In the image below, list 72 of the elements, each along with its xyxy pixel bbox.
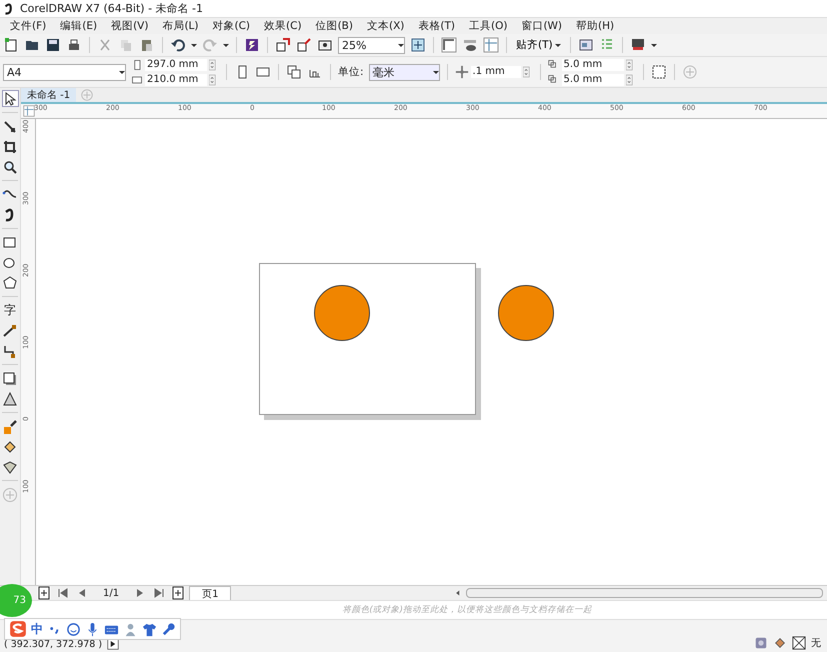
shirt-icon[interactable]: [142, 622, 157, 636]
menu-item[interactable]: 编辑(E): [53, 19, 104, 33]
zoom-dropdown[interactable]: 25%: [338, 36, 405, 54]
units-dropdown[interactable]: 毫米: [368, 64, 440, 80]
crop-tool[interactable]: [2, 138, 18, 155]
fill-status: 无: [811, 637, 821, 650]
menu-item[interactable]: 表格(T): [411, 19, 462, 33]
caret-icon[interactable]: [650, 44, 657, 46]
number-field[interactable]: 210.0 mm: [145, 74, 207, 86]
menu-item[interactable]: 文本(X): [360, 19, 412, 33]
page-counter: 1/1: [102, 588, 120, 598]
dimension-tool[interactable]: [2, 322, 18, 339]
shadow-tool[interactable]: [2, 370, 18, 387]
print-icon[interactable]: [66, 37, 82, 53]
caret-icon[interactable]: [191, 44, 197, 46]
launcher-icon[interactable]: [244, 37, 260, 53]
new-document-icon[interactable]: [3, 37, 19, 53]
caret-icon: [554, 44, 561, 46]
caret-icon[interactable]: [223, 44, 229, 46]
window-title: CorelDRAW X7 (64-Bit) - 未命名 -1: [20, 1, 204, 16]
transparency-tool[interactable]: [2, 390, 18, 407]
save-icon[interactable]: [45, 37, 61, 53]
nudge-icon: [454, 65, 469, 79]
polygon-tool[interactable]: [2, 274, 18, 291]
number-field[interactable]: 297.0 mm: [145, 58, 207, 70]
all-pages-icon[interactable]: [286, 64, 302, 80]
number-field[interactable]: 5.0 mm: [562, 58, 624, 70]
pick-tool[interactable]: [2, 90, 18, 107]
wrench-icon[interactable]: [161, 622, 176, 636]
menu-item[interactable]: 工具(O): [462, 19, 514, 33]
text-tool[interactable]: 字: [2, 302, 18, 319]
eyedropper-tool[interactable]: [2, 418, 18, 435]
export-icon[interactable]: [296, 37, 312, 53]
menu-item[interactable]: 位图(B): [308, 19, 360, 33]
nudge-field[interactable]: .1 mm: [470, 66, 521, 78]
guides-toggle-icon[interactable]: [483, 37, 499, 53]
full-screen-icon[interactable]: [410, 37, 426, 53]
height-icon: [131, 74, 143, 86]
snap-button[interactable]: 贴齐(T): [514, 38, 563, 52]
import-icon[interactable]: [275, 37, 291, 53]
document-tab[interactable]: 未命名 -1: [21, 88, 76, 102]
smiley-icon[interactable]: [66, 622, 81, 636]
menu-item[interactable]: 效果(C): [257, 19, 309, 33]
add-page-icon[interactable]: [36, 585, 52, 601]
units-label: 单位:: [338, 65, 364, 79]
page-tab[interactable]: 页1: [189, 586, 232, 600]
camera-icon[interactable]: [754, 636, 768, 650]
menu-item[interactable]: 文件(F): [3, 19, 54, 33]
frame-icon[interactable]: [650, 64, 667, 80]
number-field[interactable]: 5.0 mm: [562, 74, 624, 86]
caret-icon: [432, 70, 439, 74]
palette-hint: 将颜色(或对象)拖动至此处，以便将这些颜色与文档存储在一起: [342, 604, 592, 616]
ruler-origin-icon[interactable]: [23, 105, 35, 117]
caret-icon: [119, 70, 125, 74]
menu-item[interactable]: 对象(C): [206, 19, 258, 33]
rulers-toggle-icon[interactable]: [441, 37, 457, 53]
menu-item[interactable]: 帮助(H): [569, 19, 622, 33]
page-size-dropdown[interactable]: A4: [3, 64, 126, 80]
undo-icon[interactable]: [170, 37, 186, 53]
s-logo-icon[interactable]: [9, 620, 27, 638]
cursor-coordinates: ( 392.307, 372.978 ): [4, 639, 102, 650]
ime-mode[interactable]: 中: [31, 620, 43, 638]
options-icon[interactable]: [578, 37, 594, 53]
paste-icon[interactable]: [139, 37, 155, 53]
caret-icon: [398, 44, 404, 46]
monitor-icon[interactable]: [630, 37, 646, 53]
menu-item[interactable]: 视图(V): [104, 19, 156, 33]
horizontal-scrollbar[interactable]: [466, 588, 823, 598]
fill-bucket-icon: [773, 636, 787, 650]
menu-item[interactable]: 窗口(W): [514, 19, 570, 33]
add-page-icon[interactable]: [170, 585, 186, 601]
menu-item[interactable]: 布局(L): [155, 19, 206, 33]
